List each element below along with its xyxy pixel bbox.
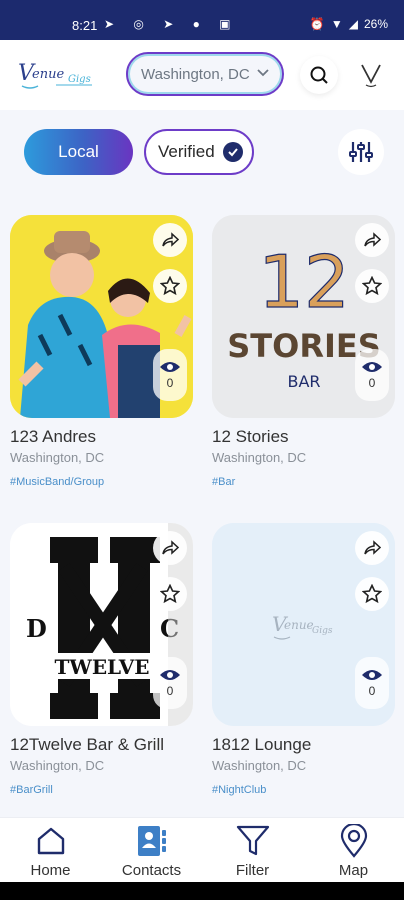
eye-icon [362, 362, 382, 372]
svg-text:enue: enue [32, 67, 64, 82]
venue-image[interactable]: V enue Gigs 0 [212, 523, 395, 726]
eye-icon [160, 670, 180, 680]
nav-contacts-label: Contacts [121, 862, 182, 879]
share-icon [162, 540, 179, 555]
nav-map[interactable]: Map [303, 818, 404, 883]
venue-image[interactable]: 0 [10, 215, 193, 418]
share-button[interactable] [355, 531, 389, 565]
star-icon [362, 276, 382, 296]
favorite-button[interactable] [153, 577, 187, 611]
search-button[interactable] [300, 56, 338, 94]
gesture-bar [0, 882, 404, 900]
venue-tag[interactable]: #MusicBand/Group [10, 476, 193, 488]
venue-card[interactable]: 0 123 Andres Washington, DC #MusicBand/G… [10, 215, 193, 488]
filter-icon [236, 825, 269, 856]
star-icon [160, 276, 180, 296]
local-label: Local [58, 142, 99, 161]
status-time: 8:21 [72, 18, 98, 33]
view-counter: 0 [355, 349, 389, 401]
favorite-button[interactable] [355, 577, 389, 611]
view-count: 0 [368, 376, 376, 390]
share-button[interactable] [153, 223, 187, 257]
venue-name: 12 Stories [212, 427, 289, 446]
venue-city: Washington, DC [10, 758, 105, 773]
venue-image[interactable]: 12 STORIES BAR 0 [212, 215, 395, 418]
image-big-number: 12 [258, 240, 350, 324]
nav-contacts[interactable]: Contacts [101, 818, 202, 883]
verified-filter-button[interactable]: Verified [144, 129, 254, 175]
share-icon [364, 540, 381, 555]
venue-card[interactable]: 12 STORIES BAR 0 12 Stories Washington, … [212, 215, 395, 488]
app-header: V enue Gigs Washington, DC [0, 40, 404, 110]
view-counter: 0 [153, 657, 187, 709]
alarm-icon: ⏰ [309, 17, 325, 31]
location-value: Washington, DC [141, 65, 250, 83]
sliders-icon [349, 142, 373, 162]
svg-text:Gigs: Gigs [312, 626, 333, 636]
search-icon [310, 66, 328, 84]
profile-button[interactable] [352, 56, 390, 94]
system-icons: ⏰ ▼ ◢ 26% [310, 17, 388, 31]
location-dropdown[interactable]: Washington, DC [126, 52, 284, 96]
venue-card[interactable]: V enue Gigs 0 1812 Lounge Washington, DC… [212, 523, 395, 796]
filter-row: Local Verified [0, 110, 404, 200]
venue-tag[interactable]: #BarGrill [10, 784, 193, 796]
signal-icon: ◢ [348, 17, 358, 31]
contacts-icon [137, 826, 166, 856]
filter-settings-button[interactable] [338, 129, 384, 175]
nav-filter[interactable]: Filter [202, 818, 303, 883]
share-button[interactable] [153, 531, 187, 565]
eye-icon [160, 362, 180, 372]
nav-home[interactable]: Home [0, 818, 101, 883]
view-count: 0 [166, 684, 174, 698]
star-icon [362, 584, 382, 604]
image-word: TWELVE [54, 655, 149, 679]
venue-image[interactable]: D C TWELVE 0 [10, 523, 193, 726]
battery-text: 26% [363, 17, 388, 31]
venue-tag[interactable]: #Bar [212, 476, 395, 488]
favorite-button[interactable] [153, 269, 187, 303]
local-filter-button[interactable]: Local [24, 129, 133, 175]
favorite-button[interactable] [355, 269, 389, 303]
verified-check-icon [222, 142, 243, 162]
share-icon [162, 232, 179, 247]
status-bar: 8:21 ➤ ◎ ➤ ● ▣ ⏰ ▼ ◢ 26% [0, 0, 404, 40]
venue-card[interactable]: D C TWELVE 0 12Twelve Bar & Grill Washin… [10, 523, 193, 796]
view-count: 0 [368, 684, 376, 698]
image-letter-left: D [26, 614, 47, 643]
svg-text:Gigs: Gigs [68, 74, 91, 85]
venue-city: Washington, DC [212, 450, 307, 465]
notification-icons: ➤ ◎ ➤ ● ▣ [104, 17, 239, 31]
home-icon [37, 827, 64, 855]
nav-filter-label: Filter [235, 862, 270, 879]
venue-tag[interactable]: #NightClub [212, 784, 395, 796]
map-pin-icon [340, 824, 367, 858]
view-count: 0 [166, 376, 174, 390]
venue-name: 1812 Lounge [212, 735, 312, 754]
wifi-icon: ▼ [330, 17, 343, 31]
venue-city: Washington, DC [212, 758, 307, 773]
bottom-nav: Home Contacts Filter Map [0, 817, 404, 882]
image-small-word: BAR [287, 372, 320, 391]
venue-name: 12Twelve Bar & Grill [10, 735, 164, 754]
view-counter: 0 [355, 657, 389, 709]
venue-logo[interactable]: V enue Gigs [16, 54, 96, 94]
share-button[interactable] [355, 223, 389, 257]
eye-icon [362, 670, 382, 680]
nav-map-label: Map [338, 862, 369, 879]
share-icon [364, 232, 381, 247]
venue-name: 123 Andres [10, 427, 97, 446]
chevron-down-icon [256, 65, 270, 83]
svg-text:enue: enue [284, 618, 314, 632]
verified-label: Verified [158, 142, 215, 161]
view-counter: 0 [153, 349, 187, 401]
nav-home-label: Home [30, 862, 71, 879]
venue-city: Washington, DC [10, 450, 105, 465]
star-icon [160, 584, 180, 604]
profile-v-icon [361, 64, 381, 88]
